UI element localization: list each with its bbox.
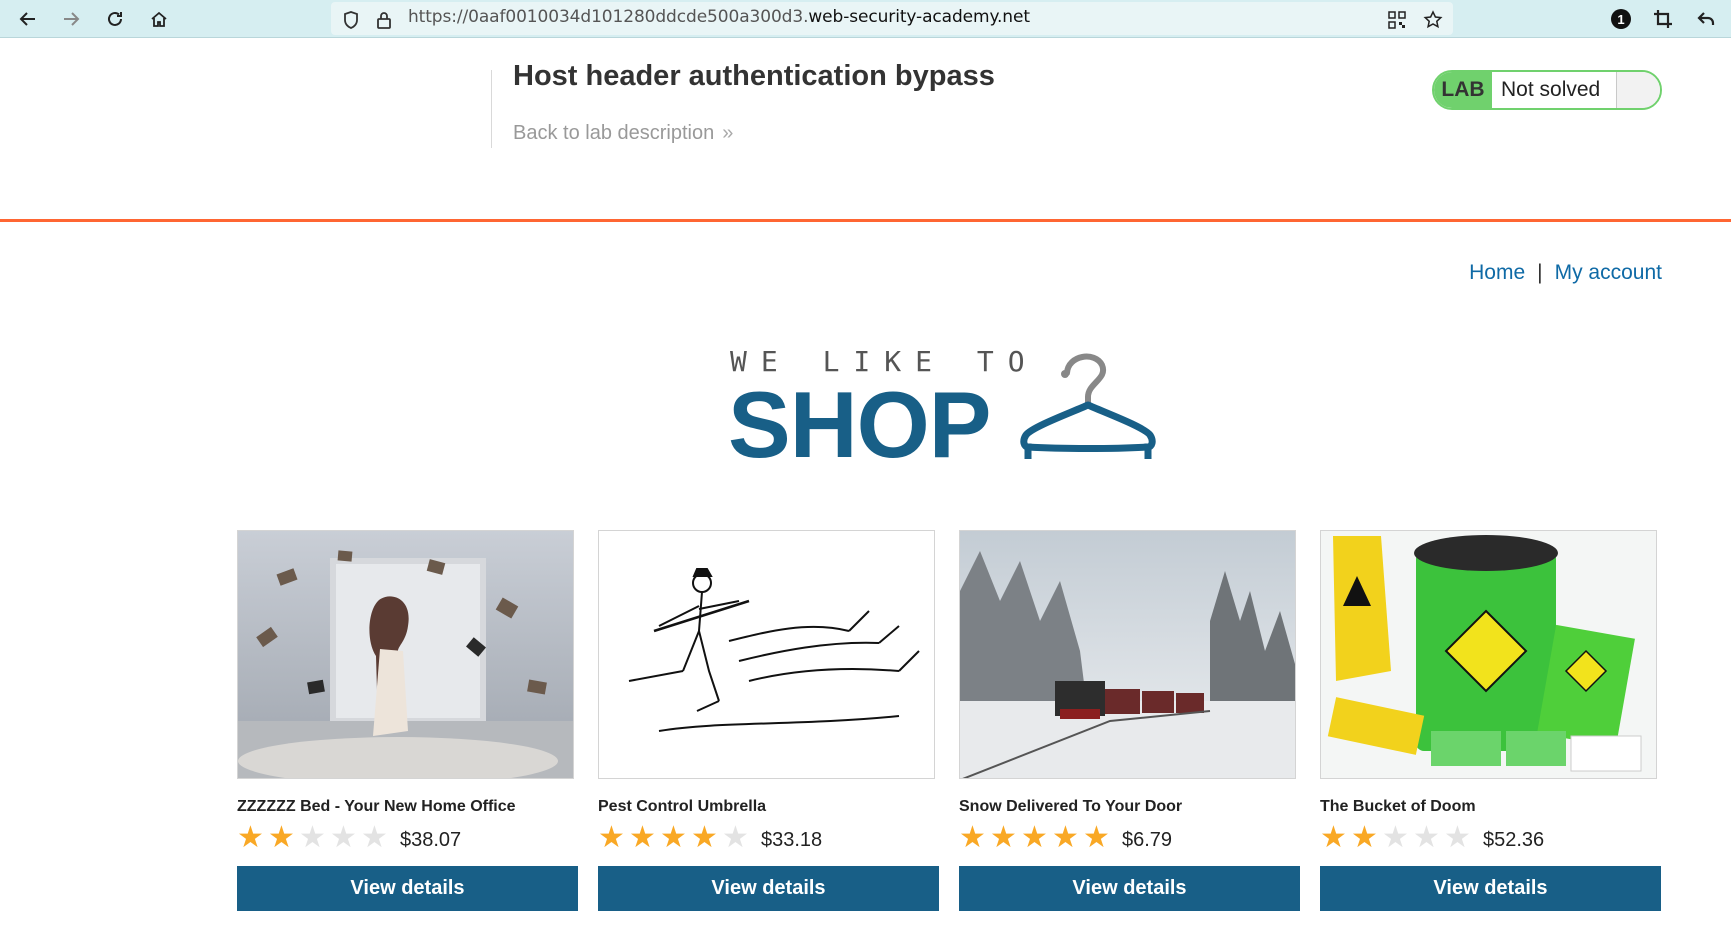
star-icon: ★ (1320, 821, 1347, 854)
star-icon: ★ (959, 821, 986, 854)
lab-status-indicator (1616, 72, 1660, 108)
account-nav: Home | My account (1469, 261, 1662, 285)
star-icon: ★ (1413, 821, 1440, 854)
view-details-button[interactable]: View details (598, 866, 939, 911)
view-details-button[interactable]: View details (959, 866, 1300, 911)
product-name: Pest Control Umbrella (598, 798, 767, 815)
shop-logo: WE LIKE TO SHOP (728, 345, 1168, 477)
product-name: ZZZZZZ Bed - Your New Home Office (237, 798, 516, 815)
back-to-lab-description-link[interactable]: Back to lab description » (513, 122, 733, 145)
product-rating-row: ★ ★ ★ ★ ★ $6.79 (959, 823, 1300, 853)
browser-toolbar: https://0aaf0010034d101280ddcde500a300d3… (0, 0, 1731, 38)
lab-status-widget: LAB Not solved (1432, 70, 1662, 110)
home-link[interactable]: Home (1469, 261, 1525, 284)
product-price: $52.36 (1483, 828, 1545, 851)
product-image-bed[interactable] (237, 530, 574, 779)
lab-title: Host header authentication bypass (513, 60, 995, 92)
my-account-link[interactable]: My account (1555, 261, 1662, 284)
product-image-snow-train[interactable] (959, 530, 1296, 779)
lab-badge: LAB (1434, 72, 1492, 108)
url-domain: web-security-academy.net (808, 7, 1030, 27)
product-name: Snow Delivered To Your Door (959, 798, 1183, 815)
back-icon[interactable] (14, 5, 42, 33)
product-card: The Bucket of Doom ★ ★ ★ ★ ★ $52.36 View det… (1320, 530, 1661, 911)
product-card: Pest Control Umbrella ★ ★ ★ ★ ★ $33.18 View … (598, 530, 939, 911)
forward-icon[interactable] (57, 5, 85, 33)
product-image-bucket-of-doom[interactable] (1320, 530, 1657, 779)
qr-code-icon[interactable] (1385, 8, 1409, 32)
undo-icon[interactable] (1692, 5, 1720, 33)
double-chevron-right-icon: » (722, 122, 734, 144)
star-icon: ★ (598, 821, 625, 854)
lab-header: Host header authentication bypass Back t… (0, 38, 1731, 222)
product-card: Snow Delivered To Your Door ★ ★ ★ ★ ★ $6.79 … (959, 530, 1300, 911)
product-image-umbrella[interactable] (598, 530, 935, 779)
product-price: $6.79 (1122, 828, 1173, 851)
product-price: $38.07 (400, 828, 462, 851)
star-icon: ★ (1444, 821, 1471, 854)
star-icon: ★ (361, 821, 388, 854)
shield-icon[interactable] (339, 8, 363, 32)
star-icon: ★ (268, 821, 295, 854)
logo-wordmark: SHOP (728, 372, 991, 477)
lock-icon[interactable] (372, 8, 396, 32)
view-details-button[interactable]: View details (1320, 866, 1661, 911)
back-link-label: Back to lab description (513, 122, 715, 144)
nav-separator: | (1537, 261, 1543, 284)
star-icon: ★ (1021, 821, 1048, 854)
clothes-hanger-icon (1020, 353, 1156, 459)
home-icon[interactable] (145, 5, 173, 33)
star-icon: ★ (299, 821, 326, 854)
star-icon: ★ (330, 821, 357, 854)
star-rating: ★ ★ ★ ★ ★ (598, 823, 753, 853)
star-icon: ★ (1382, 821, 1409, 854)
star-icon: ★ (1351, 821, 1378, 854)
star-icon: ★ (1052, 821, 1079, 854)
star-icon: ★ (629, 821, 656, 854)
extension-badge-icon[interactable]: 1 (1607, 5, 1635, 33)
url-text: https://0aaf0010034d101280ddcde500a300d3… (408, 7, 1030, 27)
lab-status-text: Not solved (1492, 72, 1616, 108)
notification-count: 1 (1611, 9, 1631, 29)
star-rating: ★ ★ ★ ★ ★ (959, 823, 1114, 853)
lab-header-divider (491, 70, 492, 148)
star-icon: ★ (237, 821, 264, 854)
product-price: $33.18 (761, 828, 823, 851)
product-name: The Bucket of Doom (1320, 798, 1476, 815)
star-rating: ★ ★ ★ ★ ★ (237, 823, 392, 853)
url-prefix: https://0aaf0010034d101280ddcde500a300d3… (408, 7, 809, 27)
star-icon: ★ (1083, 821, 1110, 854)
product-card: ZZZZZZ Bed - Your New Home Office ★ ★ ★ ★ ★ … (237, 530, 578, 911)
product-rating-row: ★ ★ ★ ★ ★ $38.07 (237, 823, 578, 853)
star-rating: ★ ★ ★ ★ ★ (1320, 823, 1475, 853)
crop-icon[interactable] (1649, 5, 1677, 33)
star-icon: ★ (660, 821, 687, 854)
view-details-button[interactable]: View details (237, 866, 578, 911)
star-icon: ★ (691, 821, 718, 854)
product-rating-row: ★ ★ ★ ★ ★ $52.36 (1320, 823, 1661, 853)
star-icon: ★ (990, 821, 1017, 854)
product-rating-row: ★ ★ ★ ★ ★ $33.18 (598, 823, 939, 853)
reload-icon[interactable] (101, 5, 129, 33)
star-icon: ★ (722, 821, 749, 854)
bookmark-star-icon[interactable] (1421, 8, 1445, 32)
